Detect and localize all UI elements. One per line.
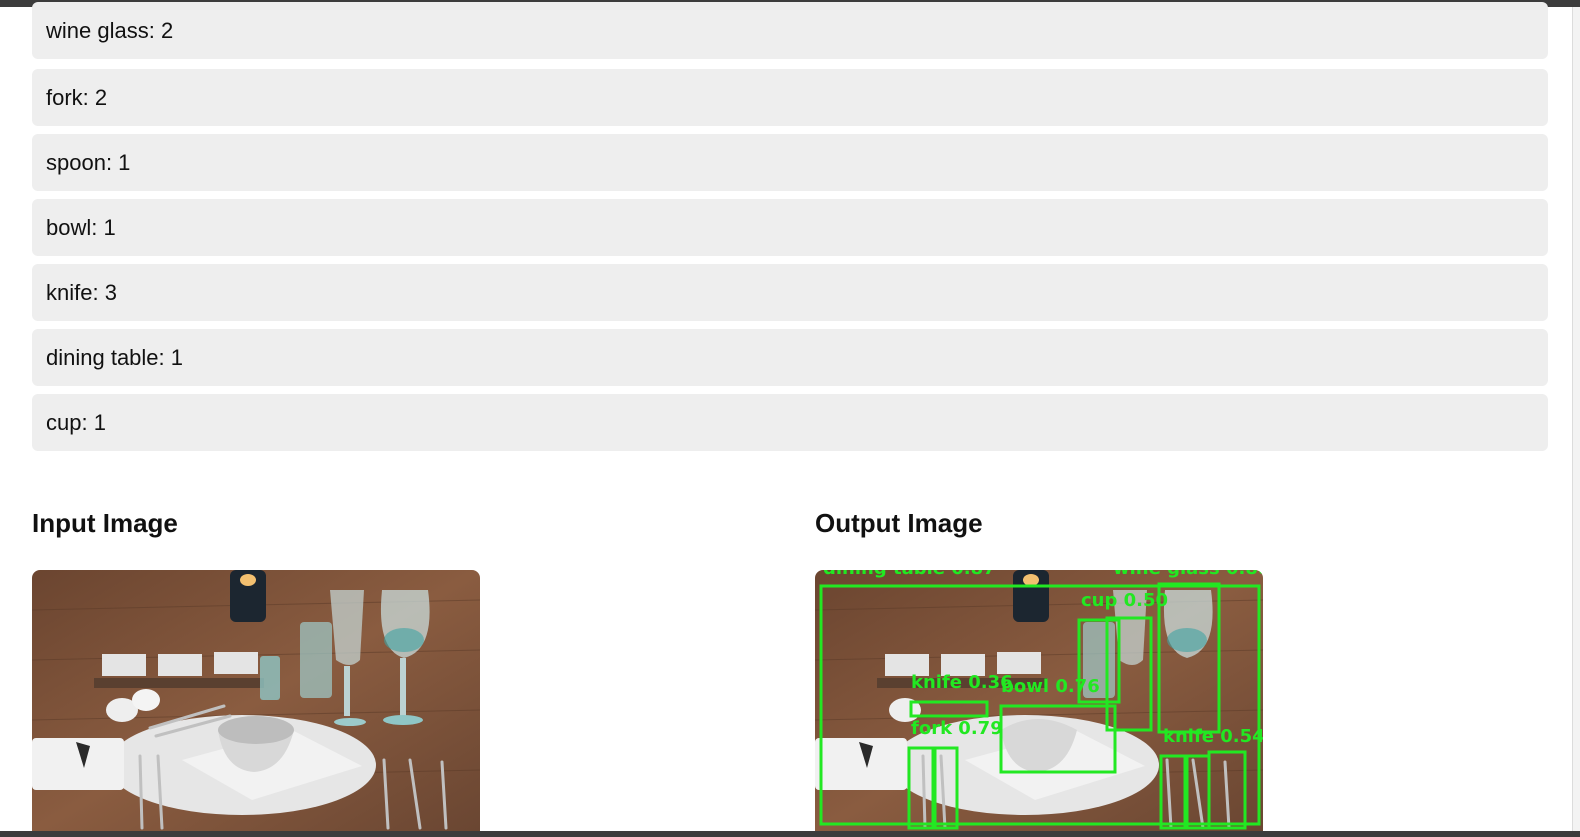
list-item: fork: 2 [32,69,1548,126]
list-item: wine glass: 2 [32,2,1548,59]
input-image [32,570,480,832]
list-item: cup: 1 [32,394,1548,451]
box-label: dining table 0.87 [823,570,996,579]
count-label: cup: 1 [46,410,106,435]
box-label: bowl 0.76 [1001,676,1100,697]
box-label: cup 0.50 [1081,590,1168,611]
box-label: knife 0.54 [1163,726,1263,747]
list-item: knife: 3 [32,264,1548,321]
count-label: wine glass: 2 [46,18,174,43]
list-item: bowl: 1 [32,199,1548,256]
count-label: spoon: 1 [46,150,131,175]
box-label: knife 0.36 [911,672,1013,693]
list-item: dining table: 1 [32,329,1548,386]
count-label: knife: 3 [46,280,117,305]
count-label: fork: 2 [46,85,108,110]
count-label: dining table: 1 [46,345,183,370]
window-bottom-bar [0,831,1580,837]
output-image-title: Output Image [815,508,983,538]
output-image: dining table 0.87 wine glass 0.88 cup 0.… [815,570,1263,832]
box-label: wine glass 0.88 [1113,570,1263,579]
page-scrollbar[interactable] [1572,7,1580,831]
box-label: fork 0.79 [911,718,1003,739]
list-item: spoon: 1 [32,134,1548,191]
count-label: bowl: 1 [46,215,116,240]
input-image-title: Input Image [32,508,178,538]
